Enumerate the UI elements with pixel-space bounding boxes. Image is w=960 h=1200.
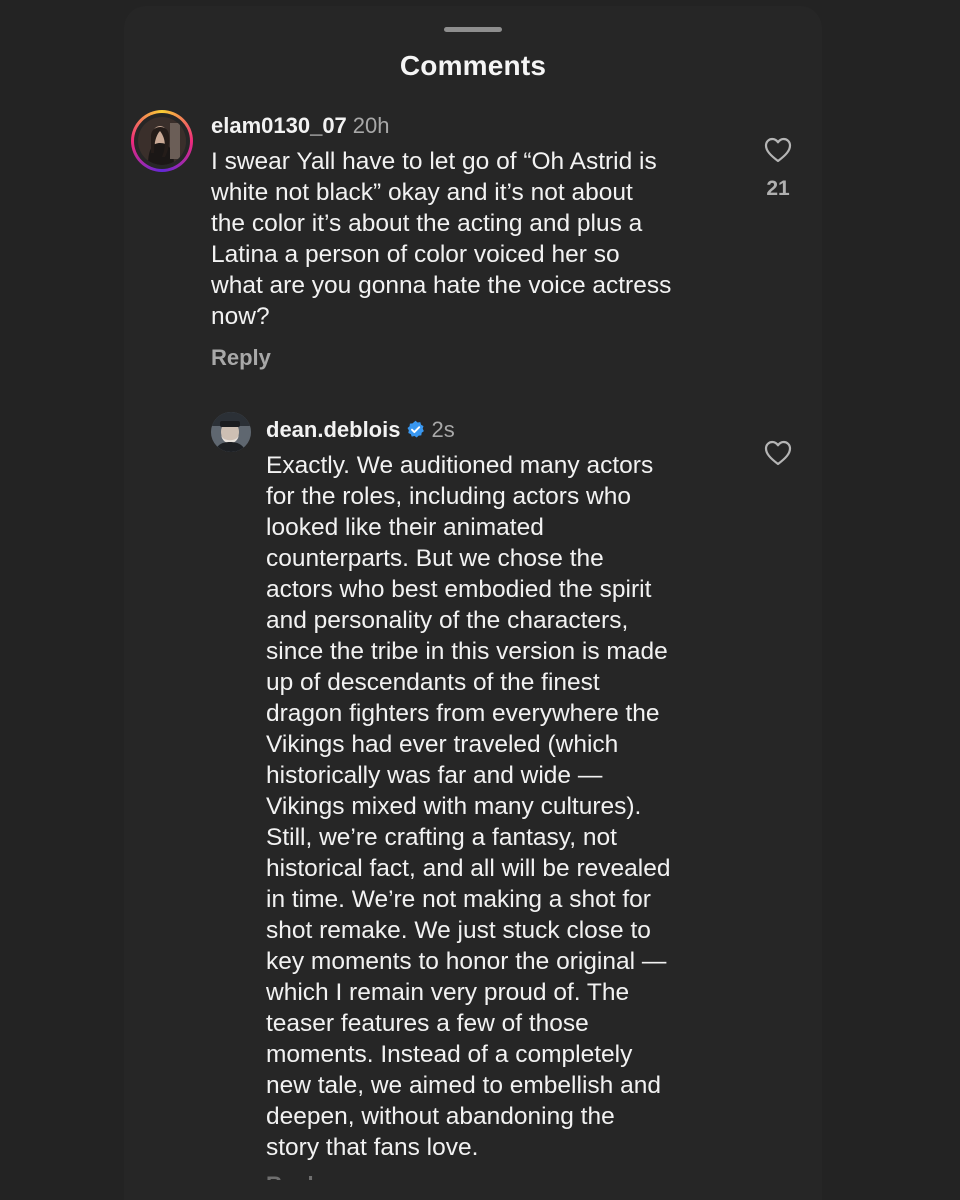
comment-line: white not black” okay and it’s not about [211, 179, 633, 206]
comment-timestamp: 20h [352, 113, 390, 138]
comments-sheet: Comments elam0130_07 20h I swear Yall ha… [124, 6, 822, 1200]
reply-line: key moments to honor the original — [266, 948, 667, 975]
reply-body: Exactly. We auditioned many actors for t… [266, 450, 670, 1163]
sheet-drag-handle[interactable] [444, 27, 502, 32]
reply-line: historical fact, and all will be reveale… [266, 855, 671, 882]
comment-line: Latina a person of color voiced her so [211, 241, 620, 268]
reply-line: deepen, without abandoning the [266, 1103, 615, 1130]
comment-body: I swear Yall have to let go of “Oh Astri… [211, 146, 671, 332]
reply-line: counterparts. But we chose the [266, 545, 604, 572]
heart-icon[interactable] [764, 440, 792, 466]
reply-line: Still, we’re crafting a fantasy, not [266, 824, 617, 851]
reply-line: shot remake. We just stuck close to [266, 917, 651, 944]
reply-button-cutoff[interactable]: Reply [266, 1172, 326, 1180]
reply-timestamp: 2s [431, 417, 455, 442]
screenshot-frame: Comments elam0130_07 20h I swear Yall ha… [0, 0, 960, 1200]
profile-photo-icon [138, 117, 186, 165]
reply-line: and personality of the characters, [266, 607, 629, 634]
sheet-title: Comments [399, 50, 547, 81]
reply-button[interactable]: Reply [211, 345, 271, 371]
heart-icon[interactable] [764, 137, 792, 163]
like-count: 21 [766, 177, 790, 200]
reply-line: looked like their animated [266, 514, 544, 541]
reply-line: moments. Instead of a completely [266, 1041, 633, 1068]
reply-line: Exactly. We auditioned many actors [266, 452, 654, 479]
reply-line: new tale, we aimed to embellish and [266, 1072, 661, 1099]
profile-photo-icon [211, 412, 251, 452]
comment-line: I swear Yall have to let go of “Oh Astri… [211, 148, 657, 175]
comment-username[interactable]: elam0130_07 [211, 113, 347, 138]
avatar [138, 117, 186, 165]
reply-line: for the roles, including actors who [266, 483, 631, 510]
reply-line: story that fans love. [266, 1134, 479, 1161]
avatar-story-ring[interactable] [131, 110, 193, 172]
reply-line: up of descendants of the finest [266, 669, 600, 696]
comment-line: what are you gonna hate the voice actres… [211, 272, 672, 299]
reply-line: Vikings mixed with many cultures). [266, 793, 642, 820]
verified-badge-icon [408, 420, 425, 438]
reply-line: actors who best embodied the spirit [266, 576, 652, 603]
reply-line: teaser features a few of those [266, 1010, 589, 1037]
comment-header: elam0130_07 20h [211, 113, 390, 139]
reply-username[interactable]: dean.deblois [266, 417, 400, 442]
reply-line: which I remain very proud of. The [266, 979, 630, 1006]
reply-line: since the tribe in this version is made [266, 638, 668, 665]
reply-header: dean.deblois 2s [266, 417, 455, 443]
reply-line: historically was far and wide — [266, 762, 603, 789]
reply-line: Vikings had ever traveled (which [266, 731, 619, 758]
reply-line: in time. We’re not making a shot for [266, 886, 651, 913]
comment-line: the color it’s about the acting and plus… [211, 210, 643, 237]
reply-line: dragon fighters from everywhere the [266, 700, 660, 727]
reply-avatar[interactable] [211, 412, 251, 452]
comment-line: now? [211, 303, 270, 330]
